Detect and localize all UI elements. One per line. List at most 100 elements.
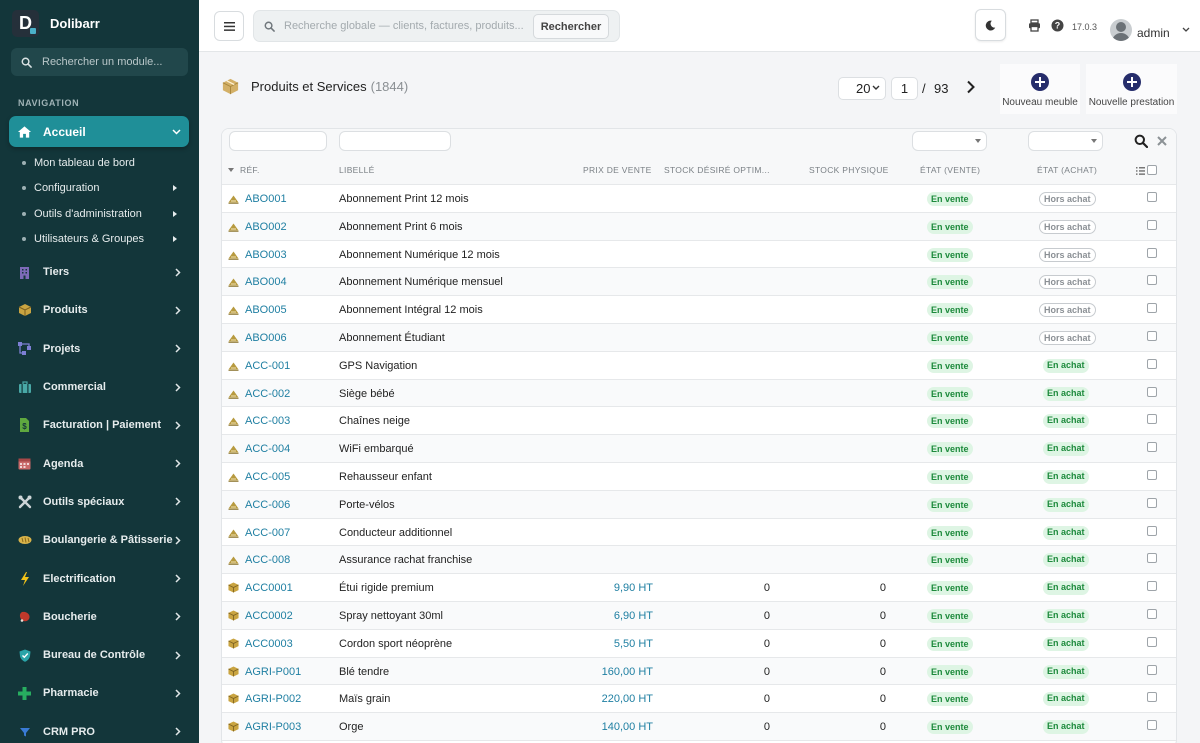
sidebar-item-tiers[interactable]: Tiers bbox=[0, 253, 199, 291]
sale-status-badge[interactable]: En vente bbox=[927, 303, 973, 318]
product-ref-link[interactable]: ABO005 bbox=[245, 304, 287, 316]
sidebar-item-outils-speciaux[interactable]: Outils spéciaux bbox=[0, 483, 199, 521]
product-ref-link[interactable]: AGRI-P003 bbox=[245, 721, 301, 733]
table-row[interactable]: AGRI-P001 Blé tendre 160,00 HT 0 0 En vente En… bbox=[222, 657, 1176, 686]
product-ref-link[interactable]: ABO006 bbox=[245, 332, 287, 344]
buy-status-badge[interactable]: Hors achat bbox=[1039, 275, 1096, 290]
table-row[interactable]: AGRI-P003 Orge 140,00 HT 0 0 En vente En achat bbox=[222, 713, 1176, 741]
row-checkbox[interactable] bbox=[1147, 608, 1157, 619]
sidebar-subitem[interactable]: Configuration bbox=[0, 176, 199, 202]
row-checkbox[interactable] bbox=[1147, 581, 1157, 592]
avatar[interactable] bbox=[1110, 19, 1132, 41]
buy-status-badge[interactable]: En achat bbox=[1043, 414, 1089, 429]
product-ref-link[interactable]: ACC-001 bbox=[245, 360, 290, 372]
product-ref-link[interactable]: ACC-002 bbox=[245, 388, 290, 400]
sidebar-item-agenda[interactable]: Agenda bbox=[0, 444, 199, 482]
user-name[interactable]: admin bbox=[1137, 26, 1170, 40]
table-row[interactable]: ACC-005 Rehausseur enfant En vente En achat bbox=[222, 463, 1176, 491]
filter-buy-select[interactable] bbox=[1028, 131, 1103, 151]
row-checkbox[interactable] bbox=[1147, 636, 1157, 647]
table-row[interactable]: ABO005 Abonnement Intégral 12 mois En vent… bbox=[222, 296, 1176, 324]
product-ref-link[interactable]: ACC0001 bbox=[245, 582, 293, 594]
sidebar-item-crm-pro[interactable]: CRM PRO bbox=[0, 713, 199, 743]
buy-status-badge[interactable]: En achat bbox=[1043, 720, 1089, 735]
row-checkbox[interactable] bbox=[1147, 192, 1157, 202]
table-row[interactable]: ACC-001 GPS Navigation En vente En achat bbox=[222, 352, 1176, 380]
buy-status-badge[interactable]: Hors achat bbox=[1039, 192, 1096, 206]
row-checkbox[interactable] bbox=[1147, 219, 1157, 230]
sale-status-badge[interactable]: En vente bbox=[927, 636, 973, 651]
product-ref-link[interactable]: ACC-007 bbox=[245, 527, 290, 539]
product-ref-link[interactable]: ACC-003 bbox=[245, 415, 290, 427]
sort-desc-icon[interactable] bbox=[228, 168, 234, 172]
product-ref-link[interactable]: AGRI-P001 bbox=[245, 666, 301, 678]
table-row[interactable]: ABO001 Abonnement Print 12 mois En vente Ho… bbox=[222, 185, 1176, 213]
buy-status-badge[interactable]: En achat bbox=[1043, 664, 1089, 679]
column-header-label[interactable]: LIBELLÉ bbox=[339, 165, 375, 175]
chevron-right-icon[interactable] bbox=[965, 80, 976, 94]
sale-status-badge[interactable]: En vente bbox=[927, 219, 973, 234]
row-checkbox[interactable] bbox=[1147, 692, 1157, 703]
buy-status-badge[interactable]: En achat bbox=[1043, 608, 1089, 623]
table-row[interactable]: ACC-008 Assurance rachat franchise En vent… bbox=[222, 546, 1176, 575]
help-icon[interactable]: ? bbox=[1051, 19, 1064, 32]
product-ref-link[interactable]: AGRI-P002 bbox=[245, 693, 301, 705]
sale-status-badge[interactable]: En vente bbox=[927, 358, 973, 373]
brand[interactable]: D Dolibarr bbox=[0, 0, 199, 46]
table-row[interactable]: ACC-007 Conducteur additionnel En vente En … bbox=[222, 519, 1176, 547]
product-ref-link[interactable]: ACC0003 bbox=[245, 638, 293, 650]
new-service-button[interactable]: Nouvelle prestation bbox=[1086, 64, 1177, 114]
sidebar-subitem[interactable]: Utilisateurs & Groupes bbox=[0, 227, 199, 253]
row-checkbox[interactable] bbox=[1147, 664, 1157, 675]
table-row[interactable]: ACC-002 Siège bébé En vente En achat bbox=[222, 379, 1176, 408]
columns-list-icon[interactable] bbox=[1136, 167, 1145, 175]
theme-toggle-button[interactable] bbox=[975, 9, 1006, 41]
clear-filter-icon[interactable] bbox=[1157, 136, 1167, 146]
sale-status-badge[interactable]: En vente bbox=[927, 386, 973, 401]
product-ref-link[interactable]: ACC-005 bbox=[245, 471, 290, 483]
sale-status-badge[interactable]: En vente bbox=[927, 414, 973, 429]
sidebar-item-projets[interactable]: Projets bbox=[0, 330, 199, 368]
buy-status-badge[interactable]: En achat bbox=[1043, 386, 1089, 401]
table-row[interactable]: ABO002 Abonnement Print 6 mois En vente Hor… bbox=[222, 212, 1176, 241]
filter-label-input[interactable] bbox=[339, 131, 451, 151]
product-ref-link[interactable]: ACC-006 bbox=[245, 499, 290, 511]
sale-status-badge[interactable]: En vente bbox=[927, 469, 973, 484]
new-furniture-button[interactable]: Nouveau meuble bbox=[1000, 64, 1080, 114]
row-checkbox[interactable] bbox=[1147, 497, 1157, 508]
product-ref-link[interactable]: ABO001 bbox=[245, 193, 287, 205]
sale-status-badge[interactable]: En vente bbox=[927, 608, 973, 623]
sidebar-item-facturation-paiement[interactable]: $ Facturation | Paiement bbox=[0, 406, 199, 444]
table-row[interactable]: AGRI-P002 Maïs grain 220,00 HT 0 0 En vente En… bbox=[222, 685, 1176, 714]
row-checkbox[interactable] bbox=[1147, 414, 1157, 425]
table-row[interactable]: ACC-006 Porte-vélos En vente En achat bbox=[222, 490, 1176, 519]
table-row[interactable]: ACC-003 Chaînes neige En vente En achat bbox=[222, 407, 1176, 436]
product-ref-link[interactable]: ABO003 bbox=[245, 249, 287, 261]
select-all-checkbox[interactable] bbox=[1147, 165, 1157, 175]
sale-status-badge[interactable]: En vente bbox=[927, 664, 973, 679]
product-ref-link[interactable]: ACC0002 bbox=[245, 610, 293, 622]
product-ref-link[interactable]: ABO004 bbox=[245, 276, 287, 288]
sale-status-badge[interactable]: En vente bbox=[927, 442, 973, 457]
table-row[interactable]: ACC0002 Spray nettoyant 30ml 6,90 HT 0 0 En v… bbox=[222, 601, 1176, 630]
table-row[interactable]: ABO004 Abonnement Numérique mensuel En ven… bbox=[222, 268, 1176, 297]
product-ref-link[interactable]: ACC-008 bbox=[245, 554, 290, 566]
limit-select[interactable]: 20 bbox=[838, 77, 886, 100]
product-ref-link[interactable]: ACC-004 bbox=[245, 443, 290, 455]
menu-toggle-button[interactable] bbox=[214, 11, 244, 41]
sale-status-badge[interactable]: En vente bbox=[927, 497, 973, 512]
sale-status-badge[interactable]: En vente bbox=[927, 330, 973, 345]
sidebar-subitem[interactable]: Mon tableau de bord bbox=[0, 150, 199, 176]
buy-status-badge[interactable]: Hors achat bbox=[1039, 303, 1096, 318]
buy-status-badge[interactable]: En achat bbox=[1043, 442, 1089, 457]
column-header-sale-status[interactable]: ÉTAT (VENTE) bbox=[920, 165, 980, 175]
row-checkbox[interactable] bbox=[1147, 469, 1157, 480]
sidebar-item-pharmacie[interactable]: Pharmacie bbox=[0, 674, 199, 712]
sale-status-badge[interactable]: En vente bbox=[927, 525, 973, 540]
sale-status-badge[interactable]: En vente bbox=[927, 692, 973, 707]
sale-status-badge[interactable]: En vente bbox=[927, 581, 973, 596]
column-header-price[interactable]: PRIX DE VENTE bbox=[583, 165, 652, 175]
row-checkbox[interactable] bbox=[1147, 303, 1157, 314]
sidebar-item-accueil[interactable]: Accueil bbox=[9, 116, 189, 147]
buy-status-badge[interactable]: Hors achat bbox=[1039, 330, 1096, 345]
